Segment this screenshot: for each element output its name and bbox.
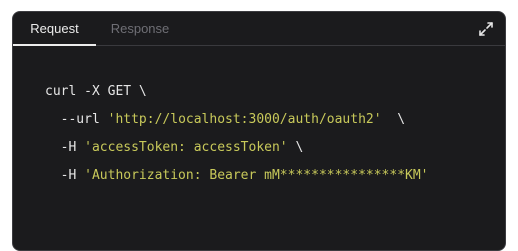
tab-request[interactable]: Request xyxy=(13,12,96,46)
code-line: -H 'accessToken: accessToken' \ xyxy=(45,134,429,162)
code-line: curl -X GET \ xyxy=(45,78,429,106)
code-line: --url 'http://localhost:3000/auth/oauth2… xyxy=(45,106,429,134)
code-flag: -H xyxy=(45,168,85,183)
tab-response[interactable]: Response xyxy=(100,12,180,45)
code-continuation: \ xyxy=(381,112,406,127)
code-sample-panel: Request Response curl -X GET \ --url 'ht… xyxy=(12,11,506,251)
tab-bar: Request Response xyxy=(13,12,505,46)
code-continuation: \ xyxy=(287,140,304,155)
code-string: 'accessToken: accessToken' xyxy=(84,140,288,155)
code-string: 'Authorization: Bearer mM***************… xyxy=(84,168,429,183)
code-flag: --url xyxy=(45,112,108,127)
code-block: curl -X GET \ --url 'http://localhost:30… xyxy=(45,78,429,190)
code-flag: -H xyxy=(45,140,85,155)
expand-icon[interactable] xyxy=(477,20,495,38)
code-string: 'http://localhost:3000/auth/oauth2' xyxy=(107,112,382,127)
code-line: -H 'Authorization: Bearer mM************… xyxy=(45,162,429,190)
code-command: curl -X GET \ xyxy=(45,84,147,99)
